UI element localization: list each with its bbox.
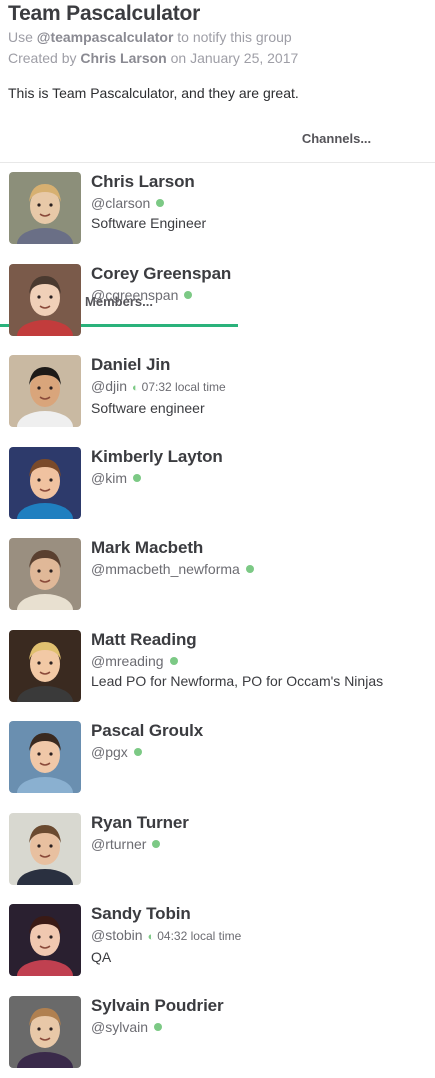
tab-bar: Members... Channels... xyxy=(0,121,435,163)
member-row[interactable]: Pascal Groulx @pgx xyxy=(0,712,435,804)
member-role: Software Engineer xyxy=(91,213,431,233)
local-time: 07:32 local time xyxy=(142,380,226,394)
member-info: Chris Larson @clarson Software Engineer xyxy=(91,171,431,233)
clock-presence-icon: ◐ xyxy=(148,927,155,947)
tab-channels-label: Channels... xyxy=(302,131,371,146)
presence-dot-icon xyxy=(133,474,141,482)
member-row[interactable]: Sylvain Poudrier @sylvain xyxy=(0,987,435,1078)
member-role: QA xyxy=(91,947,431,967)
presence-dot-icon xyxy=(156,199,164,207)
member-row[interactable]: Daniel Jin @djin ◐07:32 local time Software… xyxy=(0,346,435,438)
member-handle: @mmacbeth_newforma xyxy=(91,561,240,577)
avatar[interactable] xyxy=(9,630,81,702)
member-handle: @pgx xyxy=(91,744,128,760)
presence-dot-icon xyxy=(170,657,178,665)
member-info: Pascal Groulx @pgx xyxy=(91,720,431,762)
member-handle: @sylvain xyxy=(91,1019,148,1035)
presence-dot-icon xyxy=(246,565,254,573)
member-info: Ryan Turner @rturner xyxy=(91,812,431,854)
group-handle: @teampascalculator xyxy=(37,29,174,45)
member-name[interactable]: Ryan Turner xyxy=(91,812,431,834)
member-row[interactable]: Kimberly Layton @kim xyxy=(0,438,435,530)
member-name[interactable]: Matt Reading xyxy=(91,629,431,651)
member-row[interactable]: Mark Macbeth @mmacbeth_newforma xyxy=(0,529,435,621)
presence-dot-icon xyxy=(154,1023,162,1031)
member-row[interactable]: Ryan Turner @rturner xyxy=(0,804,435,896)
member-list: Chris Larson @clarson Software Engineer Cor… xyxy=(0,163,435,1078)
member-info: Mark Macbeth @mmacbeth_newforma xyxy=(91,537,431,579)
member-name[interactable]: Chris Larson xyxy=(91,171,431,193)
group-title: Team Pascalculator xyxy=(8,1,428,27)
member-handle-line: @stobin ◐04:32 local time xyxy=(91,925,431,947)
member-name[interactable]: Sylvain Poudrier xyxy=(91,995,431,1017)
member-row[interactable]: Corey Greenspan @cgreenspan xyxy=(0,255,435,347)
member-handle-line: @mmacbeth_newforma xyxy=(91,559,431,579)
creator-name[interactable]: Chris Larson xyxy=(80,50,166,66)
member-row[interactable]: Sandy Tobin @stobin ◐04:32 local time QA xyxy=(0,895,435,987)
member-handle: @kim xyxy=(91,470,127,486)
notify-line: Use @teampascalculator to notify this gr… xyxy=(8,27,428,48)
created-prefix: Created by xyxy=(8,50,76,66)
avatar[interactable] xyxy=(9,447,81,519)
member-handle-line: @cgreenspan xyxy=(91,285,431,305)
avatar[interactable] xyxy=(9,264,81,336)
local-time: 04:32 local time xyxy=(157,929,241,943)
member-handle-line: @kim xyxy=(91,468,431,488)
notify-suffix: to notify this group xyxy=(177,29,291,45)
member-info: Sylvain Poudrier @sylvain xyxy=(91,995,431,1037)
presence-dot-icon xyxy=(134,748,142,756)
avatar[interactable] xyxy=(9,538,81,610)
member-role: Software engineer xyxy=(91,398,431,418)
member-handle: @cgreenspan xyxy=(91,287,178,303)
clock-presence-icon: ◐ xyxy=(132,378,139,398)
member-info: Daniel Jin @djin ◐07:32 local time Software… xyxy=(91,354,431,418)
tab-channels[interactable]: Channels... xyxy=(238,121,435,163)
member-name[interactable]: Daniel Jin xyxy=(91,354,431,376)
member-name[interactable]: Corey Greenspan xyxy=(91,263,431,285)
notify-prefix: Use xyxy=(8,29,33,45)
member-handle-line: @djin ◐07:32 local time xyxy=(91,376,431,398)
avatar[interactable] xyxy=(9,721,81,793)
avatar[interactable] xyxy=(9,904,81,976)
member-info: Kimberly Layton @kim xyxy=(91,446,431,488)
member-handle-line: @rturner xyxy=(91,834,431,854)
member-name[interactable]: Pascal Groulx xyxy=(91,720,431,742)
presence-dot-icon xyxy=(152,840,160,848)
member-handle: @rturner xyxy=(91,836,146,852)
avatar[interactable] xyxy=(9,996,81,1068)
member-handle: @mreading xyxy=(91,653,164,669)
member-role: Lead PO for Newforma, PO for Occam's Nin… xyxy=(91,671,431,691)
member-info: Corey Greenspan @cgreenspan xyxy=(91,263,431,305)
member-handle-line: @sylvain xyxy=(91,1017,431,1037)
group-header: Team Pascalculator Use @teampascalculato… xyxy=(8,0,428,103)
member-name[interactable]: Sandy Tobin xyxy=(91,903,431,925)
created-date: on January 25, 2017 xyxy=(171,50,299,66)
member-handle-line: @mreading xyxy=(91,651,431,671)
avatar[interactable] xyxy=(9,355,81,427)
presence-dot-icon xyxy=(184,291,192,299)
member-handle-line: @clarson xyxy=(91,193,431,213)
member-info: Matt Reading @mreading Lead PO for Newform… xyxy=(91,629,431,691)
member-row[interactable]: Matt Reading @mreading Lead PO for Newform… xyxy=(0,621,435,713)
member-info: Sandy Tobin @stobin ◐04:32 local time QA xyxy=(91,903,431,967)
avatar[interactable] xyxy=(9,813,81,885)
created-line: Created by Chris Larson on January 25, 2… xyxy=(8,48,428,69)
avatar[interactable] xyxy=(9,172,81,244)
member-name[interactable]: Kimberly Layton xyxy=(91,446,431,468)
member-handle: @stobin xyxy=(91,927,143,943)
member-handle: @clarson xyxy=(91,195,150,211)
member-handle: @djin xyxy=(91,378,127,394)
member-row[interactable]: Chris Larson @clarson Software Engineer xyxy=(0,163,435,255)
member-name[interactable]: Mark Macbeth xyxy=(91,537,431,559)
member-handle-line: @pgx xyxy=(91,742,431,762)
group-purpose: This is Team Pascalculator, and they are… xyxy=(8,83,428,103)
